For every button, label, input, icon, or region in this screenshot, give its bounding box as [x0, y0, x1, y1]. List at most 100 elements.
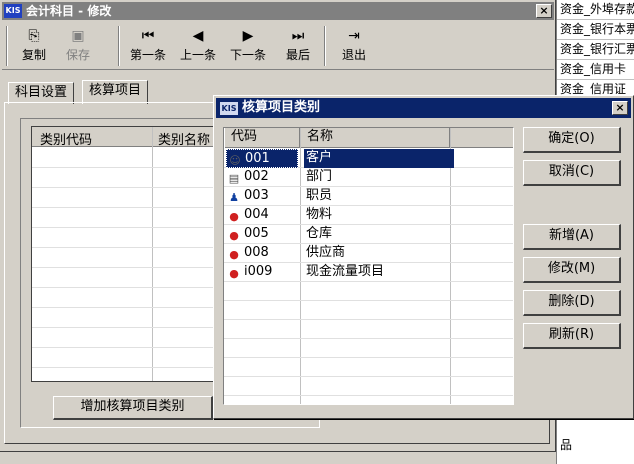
cell-name[interactable]: 物料	[304, 206, 454, 225]
copy-button[interactable]: ⎘ 复制	[14, 24, 54, 68]
next-label: 下一条	[229, 48, 266, 62]
exit-button[interactable]: ⇥ 退出	[334, 24, 374, 68]
accounting-item-category-dialog: KIS 核算项目类别 × 代码 名称 ☺ 001 客户 ▤ 002 部门 ♟ 003 职员 ● 00…	[213, 95, 634, 419]
save-label: 保存	[65, 48, 90, 62]
code-text: 003	[244, 188, 269, 203]
prev-icon: ◀	[192, 28, 204, 44]
table-row[interactable]: ● 005 仓库	[224, 225, 513, 244]
item-icon: ●	[229, 267, 239, 280]
item-icon: ●	[229, 229, 239, 242]
cell-code[interactable]: ☺ 001	[226, 149, 298, 168]
table-row[interactable]	[224, 320, 513, 339]
table-row[interactable]: ♟ 003 职员	[224, 187, 513, 206]
cell-code[interactable]: ● 005	[226, 225, 298, 244]
grid-line	[32, 327, 220, 328]
exit-icon: ⇥	[348, 28, 360, 44]
grid-line	[32, 187, 220, 188]
cell-name[interactable]: 客户	[304, 149, 454, 168]
list-item[interactable]: 资金_信用卡	[557, 60, 634, 80]
list-item[interactable]: 资金_银行本票	[557, 20, 634, 40]
list-item[interactable]: 品	[560, 436, 572, 453]
prev-label: 上一条	[179, 48, 216, 62]
cell-name[interactable]: 现金流量项目	[304, 263, 454, 282]
copy-label: 复制	[21, 48, 46, 62]
close-button[interactable]: ×	[612, 101, 628, 115]
grid-line	[32, 167, 220, 168]
grid-line	[32, 247, 220, 248]
add-button[interactable]: 新增(A)	[523, 224, 621, 250]
table-row[interactable]	[224, 301, 513, 320]
code-text: 004	[244, 207, 269, 222]
cell-name[interactable]: 部门	[304, 168, 454, 187]
table-row[interactable]	[224, 339, 513, 358]
add-category-button[interactable]: 增加核算项目类别	[53, 396, 213, 420]
first-record-button[interactable]: ⏮ 第一条	[124, 24, 172, 68]
grid-line	[32, 227, 220, 228]
grid-line	[152, 127, 153, 381]
column-header-name[interactable]: 名称	[300, 128, 450, 148]
column-header-extra[interactable]	[450, 128, 513, 148]
table-row[interactable]: ● i009 现金流量项目	[224, 263, 513, 282]
list-item[interactable]: 资金_银行汇票	[557, 40, 634, 60]
code-text: i009	[244, 264, 273, 279]
close-button[interactable]: ×	[536, 4, 552, 18]
dialog-title: 核算项目类别	[242, 100, 321, 115]
app-logo: KIS	[4, 4, 22, 18]
cell-code[interactable]: ● 008	[226, 244, 298, 263]
department-icon: ▤	[228, 172, 240, 185]
toolbar-separator	[324, 26, 326, 66]
modify-button[interactable]: 修改(M)	[523, 257, 621, 283]
refresh-button[interactable]: 刷新(R)	[523, 323, 621, 349]
table-row[interactable]: ☺ 001 客户	[224, 149, 513, 168]
cell-name[interactable]: 职员	[304, 187, 454, 206]
last-record-button[interactable]: ⏭ 最后	[278, 24, 318, 68]
window-title: 会计科目 - 修改	[26, 4, 112, 18]
cell-code[interactable]: ● i009	[226, 263, 298, 282]
toolbar-separator	[118, 26, 120, 66]
category-list: 代码 名称 ☺ 001 客户 ▤ 002 部门 ♟ 003 职员 ● 004 物料 ● 005 仓库 ● 008…	[223, 127, 514, 405]
cell-code[interactable]: ● 004	[226, 206, 298, 225]
app-logo: KIS	[220, 102, 238, 115]
prev-record-button[interactable]: ◀ 上一条	[174, 24, 222, 68]
cell-code[interactable]: ♟ 003	[226, 187, 298, 206]
table-row[interactable]: ● 004 物料	[224, 206, 513, 225]
exit-label: 退出	[341, 48, 366, 62]
tab-accounting-items[interactable]: 核算项目	[82, 80, 149, 104]
first-icon: ⏮	[141, 28, 155, 44]
table-row[interactable]: ▤ 002 部门	[224, 168, 513, 187]
cancel-button[interactable]: 取消(C)	[523, 160, 621, 186]
toolbar-separator	[6, 26, 8, 66]
grid-header: 代码 名称	[224, 128, 513, 148]
title-bar: KIS 会计科目 - 修改 ×	[2, 2, 554, 20]
table-row[interactable]	[224, 282, 513, 301]
grid-line	[32, 367, 220, 368]
save-icon: ▣	[71, 28, 85, 44]
table-row[interactable]	[224, 377, 513, 396]
cell-code[interactable]: ▤ 002	[226, 168, 298, 187]
save-button[interactable]: ▣ 保存	[58, 24, 98, 68]
tab-account-settings[interactable]: 科目设置	[8, 82, 75, 104]
grid-line	[32, 287, 220, 288]
column-header-code[interactable]: 代码	[224, 128, 300, 148]
table-row[interactable]: ● 008 供应商	[224, 244, 513, 263]
next-icon: ▶	[242, 28, 254, 44]
cell-name[interactable]: 仓库	[304, 225, 454, 244]
item-icon: ●	[229, 210, 239, 223]
toolbar: ⎘ 复制 ▣ 保存 ⏮ 第一条 ◀ 上一条 ▶ 下一条 ⏭ 最后 ⇥ 退出	[2, 22, 554, 70]
code-text: 002	[244, 169, 269, 184]
last-label: 最后	[285, 48, 310, 62]
customer-icon: ☺	[229, 154, 241, 167]
dialog-title-bar: KIS 核算项目类别 ×	[216, 98, 631, 118]
grid-line	[32, 207, 220, 208]
column-header[interactable]: 类别名称	[158, 129, 210, 148]
next-record-button[interactable]: ▶ 下一条	[224, 24, 272, 68]
list-item[interactable]: 资金_外埠存款	[557, 0, 634, 20]
code-text: 001	[245, 151, 270, 166]
cell-name[interactable]: 供应商	[304, 244, 454, 263]
table-row[interactable]	[224, 358, 513, 377]
delete-button[interactable]: 删除(D)	[523, 290, 621, 316]
ok-button[interactable]: 确定(O)	[523, 127, 621, 153]
grid-line	[32, 347, 220, 348]
item-icon: ●	[229, 248, 239, 261]
column-header[interactable]: 类别代码	[40, 129, 92, 148]
